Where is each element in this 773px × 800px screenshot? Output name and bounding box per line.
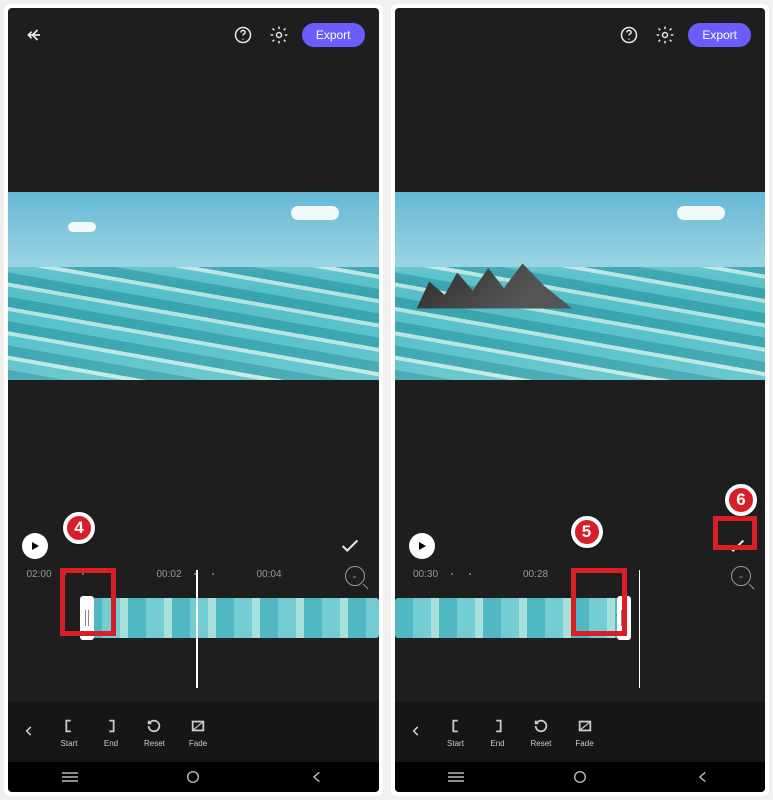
playhead[interactable] [196,570,198,688]
tool-label: Fade [189,739,207,748]
android-navbar [8,762,379,792]
nav-back-icon[interactable] [683,768,723,786]
help-icon[interactable] [616,22,642,48]
tool-label: Reset [531,739,552,748]
zoom-out-icon[interactable]: - [345,566,365,586]
fade-icon [189,717,207,735]
reset-icon [532,717,550,735]
toolbar-back-chevron-icon[interactable] [22,722,36,743]
nav-recents-icon[interactable] [50,768,90,786]
tool-label: End [490,739,504,748]
tool-start[interactable]: Start [60,717,78,748]
annotation-box-5 [571,568,627,636]
tool-label: Start [61,739,78,748]
top-bar: Export [8,8,379,62]
phone-right: Export 00:30 [391,4,770,796]
time-label: 00:28 [519,569,553,580]
video-preview [8,192,379,380]
tool-fade[interactable]: Fade [189,717,207,748]
bottom-toolbar: Start End Reset [8,702,379,762]
zoom-out-icon[interactable]: - [731,566,751,586]
time-label: 00:04 [252,569,286,580]
video-clip[interactable] [84,598,379,638]
tool-fade[interactable]: Fade [575,717,593,748]
help-icon[interactable] [230,22,256,48]
toolbar-back-chevron-icon[interactable] [409,722,423,743]
play-button[interactable] [409,533,435,559]
settings-gear-icon[interactable] [266,22,292,48]
tool-reset[interactable]: Reset [531,717,552,748]
bracket-end-icon [489,717,507,735]
reset-icon [145,717,163,735]
tool-label: Start [447,739,464,748]
tool-end[interactable]: End [102,717,120,748]
tool-end[interactable]: End [489,717,507,748]
fade-icon [576,717,594,735]
tool-label: End [104,739,118,748]
confirm-check-button[interactable] [335,531,365,561]
playhead[interactable] [639,570,641,688]
play-button[interactable] [22,533,48,559]
annotation-box-6 [713,516,757,550]
tool-label: Reset [144,739,165,748]
annotation-badge-6: 6 [725,484,757,516]
bracket-start-icon [60,717,78,735]
annotation-box-4 [60,568,116,636]
tool-reset[interactable]: Reset [144,717,165,748]
top-bar: Export [395,8,766,62]
back-arrow-icon[interactable] [22,22,48,48]
time-label: 00:30 [409,569,443,580]
nav-back-icon[interactable] [297,768,337,786]
nav-recents-icon[interactable] [436,768,476,786]
bracket-start-icon [447,717,465,735]
export-button[interactable]: Export [302,23,365,47]
tool-label: Fade [575,739,593,748]
bracket-end-icon [102,717,120,735]
bottom-toolbar: Start End Reset [395,702,766,762]
time-label: 02:00 [22,569,56,580]
settings-gear-icon[interactable] [652,22,678,48]
video-preview [395,192,766,380]
tool-start[interactable]: Start [447,717,465,748]
annotation-badge-4: 4 [63,512,95,544]
phone-left: Export 02:00 [4,4,383,796]
annotation-badge-5: 5 [571,516,603,548]
nav-home-icon[interactable] [560,768,600,786]
android-navbar [395,762,766,792]
export-button[interactable]: Export [688,23,751,47]
time-label: 00:02 [152,569,186,580]
nav-home-icon[interactable] [173,768,213,786]
